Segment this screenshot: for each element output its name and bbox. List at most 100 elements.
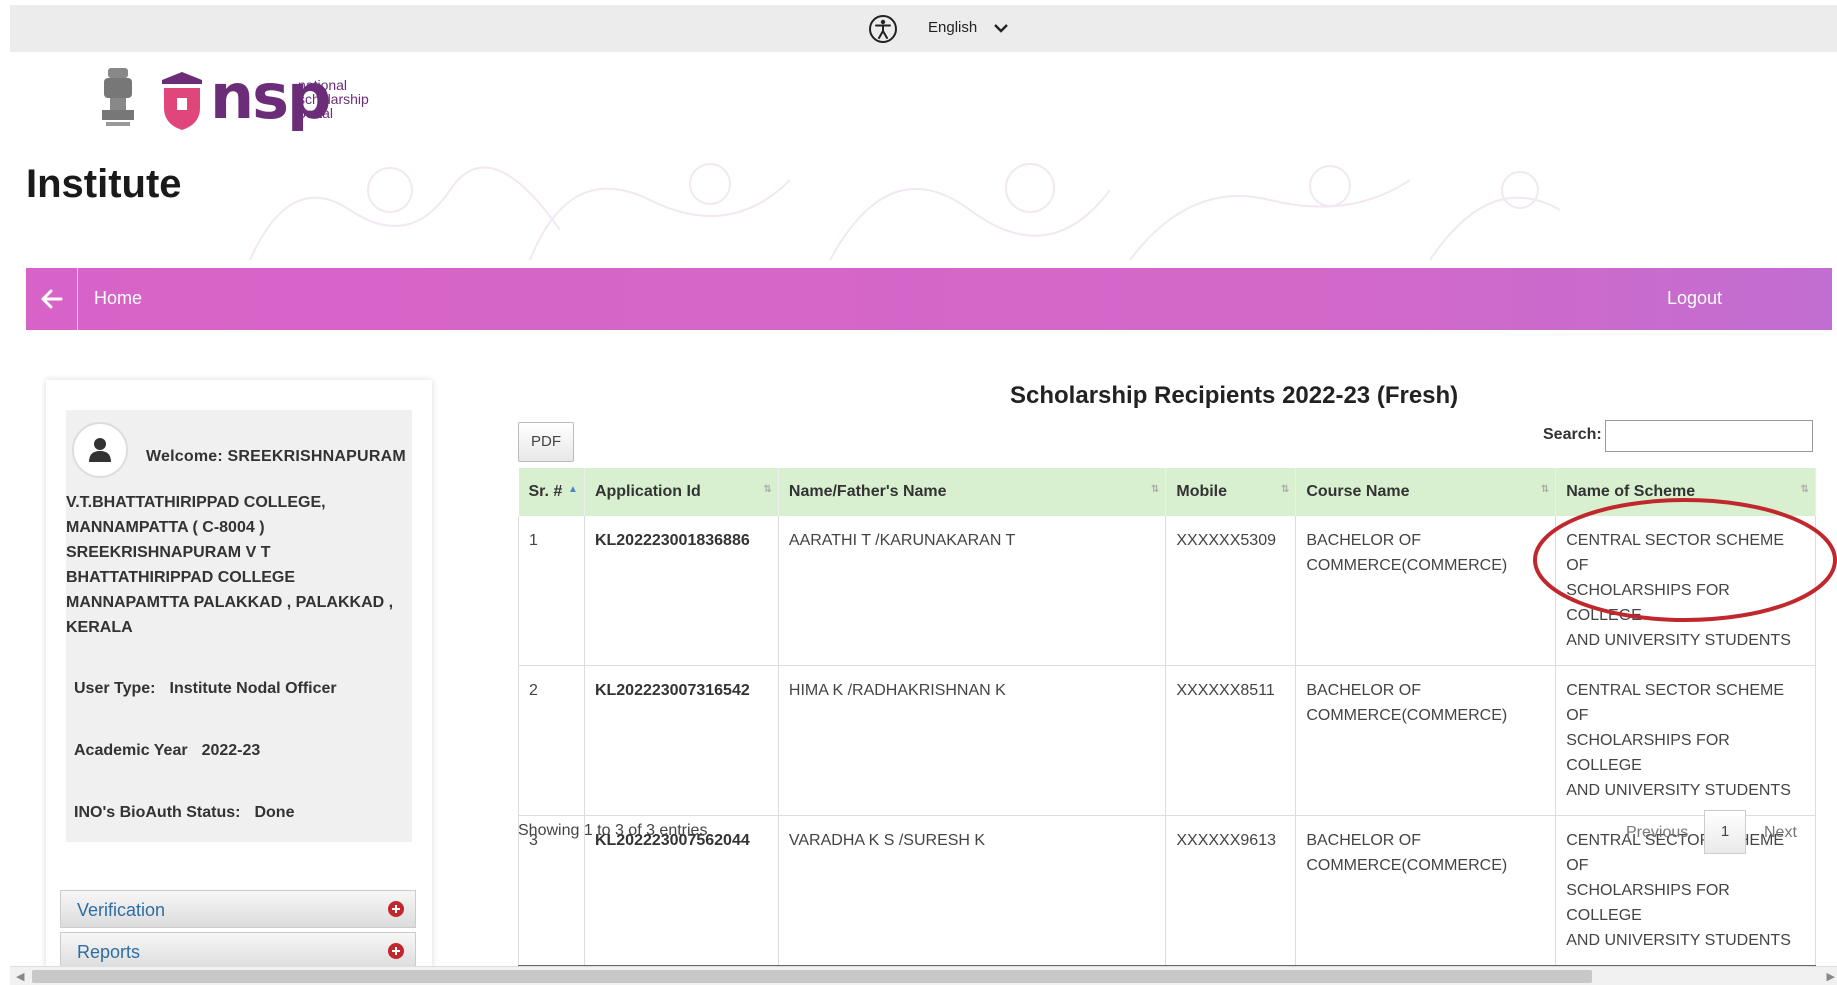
cell-line: BACHELOR OF [1306,682,1422,699]
sidebar: Welcome: SREEKRISHNAPURAM V.T.BHATTATHIR… [46,380,432,970]
cell-line: COMMERCE(COMMERCE) [1306,707,1508,724]
cell-line: COMMERCE(COMMERCE) [1306,557,1508,574]
cell-line: BACHELOR OF [1306,832,1422,849]
sort-icon: ⇅ [1280,484,1290,495]
academic-year-value: 2022-23 [201,742,261,759]
chevron-down-icon[interactable] [993,20,1009,36]
cell-course: BACHELOR OF COMMERCE(COMMERCE) [1295,665,1557,816]
nsp-logo-subtitle: national scholarship portal [298,78,388,120]
column-label: Application Id [594,483,701,500]
sort-icon: ⇅ [1150,484,1160,495]
logo-sub-line: portal [298,105,334,121]
cell-line: SCHOLARSHIPS FOR COLLEGE [1566,882,1730,924]
accessibility-icon[interactable] [868,14,898,44]
cell-mobile: XXXXXX5309 [1165,516,1297,666]
logo-sub-line: scholarship [298,91,369,107]
column-header-application-id[interactable]: Application Id ⇅ [584,468,779,516]
page-title: Institute [26,162,182,206]
bioauth-value: Done [254,804,295,821]
cell-name: VARADHA K S /SURESH K [778,815,1167,967]
pagination-page-1[interactable]: 1 [1704,810,1746,854]
cell-line: SCHOLARSHIPS FOR COLLEGE [1566,732,1730,774]
main-navbar: Home Logout [26,268,1832,330]
cell-line: SCHOLARSHIPS FOR COLLEGE [1566,582,1730,624]
bioauth-field: INO's BioAuth Status: Done [74,804,294,822]
banner-illustration [249,163,1561,261]
scrollbar-thumb[interactable] [32,970,1592,983]
user-type-label: User Type: [74,680,156,697]
college-line: BHATTATHIRIPPAD COLLEGE [66,569,296,586]
column-label: Sr. # [528,483,563,500]
search-label: Search: [1543,426,1602,443]
scroll-right-icon[interactable]: ▶ [1827,970,1835,983]
recipients-table: Sr. # ▲ Application Id ⇅ Name/Father's Nam… [518,468,1816,967]
sidebar-item-label: Reports [77,942,141,962]
academic-year-label: Academic Year [74,742,188,759]
cell-sr: 1 [518,516,585,666]
user-type-value: Institute Nodal Officer [169,680,337,697]
back-button[interactable] [26,268,78,330]
logo-sub-line: national [298,77,348,93]
cell-name: AARATHI T /KARUNAKARAN T [778,516,1167,666]
column-header-sr[interactable]: Sr. # ▲ [518,468,585,516]
cell-line: COMMERCE(COMMERCE) [1306,857,1508,874]
scroll-left-icon[interactable]: ◀ [16,970,24,983]
nsp-shield-icon [162,72,202,130]
arrow-left-icon [41,289,62,309]
sidebar-item-reports[interactable]: Reports [60,932,416,970]
college-line: SREEKRISHNAPURAM V T [66,544,271,561]
academic-year-field: Academic Year 2022-23 [74,742,260,760]
plus-circle-icon [388,943,404,959]
sort-asc-icon: ▲ [568,484,578,495]
college-line: MANNAPAMTTA PALAKKAD , PALAKKAD , [66,594,394,611]
cell-scheme: CENTRAL SECTOR SCHEME OF SCHOLARSHIPS FOR… [1555,665,1816,816]
cell-line: AND UNIVERSITY STUDENTS [1566,782,1791,799]
college-details: V.T.BHATTATHIRIPPAD COLLEGE, MANNAMPATTA… [66,490,406,640]
user-type-field: User Type: Institute Nodal Officer [74,680,337,698]
logout-link[interactable]: Logout [1667,288,1722,309]
column-label: Mobile [1176,483,1228,500]
user-icon [89,438,111,462]
table-header-row: Sr. # ▲ Application Id ⇅ Name/Father's Nam… [518,468,1816,516]
sidebar-item-verification[interactable]: Verification [60,890,416,928]
plus-circle-icon [388,901,404,917]
cell-scheme: CENTRAL SECTOR SCHEME OF SCHOLARSHIPS FOR… [1555,516,1816,666]
column-header-mobile[interactable]: Mobile ⇅ [1165,468,1297,516]
college-line: MANNAMPATTA ( C-8004 ) [66,519,265,536]
search-input[interactable] [1605,420,1813,452]
national-emblem-icon [102,68,134,126]
cell-application-id: KL202223007316542 [584,665,779,816]
sort-icon: ⇅ [763,484,772,495]
college-line: V.T.BHATTATHIRIPPAD COLLEGE, [66,494,326,511]
sidebar-item-label: Verification [77,900,166,920]
column-header-scheme[interactable]: Name of Scheme ⇅ [1555,468,1816,516]
pagination-previous[interactable]: Previous [1626,824,1688,842]
horizontal-scrollbar[interactable]: ◀ ▶ [10,966,1837,985]
welcome-text: Welcome: SREEKRISHNAPURAM [146,448,406,465]
nav-home-link[interactable]: Home [94,288,142,309]
cell-line: CENTRAL SECTOR SCHEME OF [1566,682,1785,724]
language-select[interactable]: English [928,19,977,36]
table-row: 3 KL202223007562044 VARADHA K S /SURESH … [518,815,1816,967]
column-label: Name/Father's Name [788,483,947,500]
cell-mobile: XXXXXX9613 [1165,815,1297,967]
cell-line: AND UNIVERSITY STUDENTS [1566,932,1791,949]
cell-course: BACHELOR OF COMMERCE(COMMERCE) [1295,516,1557,666]
pagination-next[interactable]: Next [1764,824,1797,842]
cell-course: BACHELOR OF COMMERCE(COMMERCE) [1295,815,1557,967]
cell-application-id: KL202223001836886 [584,516,779,666]
top-utility-bar: English [10,5,1837,52]
profile-card: Welcome: SREEKRISHNAPURAM V.T.BHATTATHIR… [66,410,412,842]
table-info: Showing 1 to 3 of 3 entries [518,822,708,839]
bioauth-label: INO's BioAuth Status: [74,804,241,821]
column-label: Name of Scheme [1566,483,1696,500]
table-row: 1 KL202223001836886 AARATHI T /KARUNAKAR… [518,516,1816,666]
table-row: 2 KL202223007316542 HIMA K /RADHAKRISHNA… [518,665,1816,816]
cell-mobile: XXXXXX8511 [1165,665,1297,816]
pdf-export-button[interactable]: PDF [518,422,574,462]
column-label: Course Name [1306,483,1410,500]
column-header-course[interactable]: Course Name ⇅ [1295,468,1557,516]
cell-line: AND UNIVERSITY STUDENTS [1566,632,1791,649]
column-header-name[interactable]: Name/Father's Name ⇅ [778,468,1167,516]
table-heading: Scholarship Recipients 2022-23 (Fresh) [1010,382,1459,409]
